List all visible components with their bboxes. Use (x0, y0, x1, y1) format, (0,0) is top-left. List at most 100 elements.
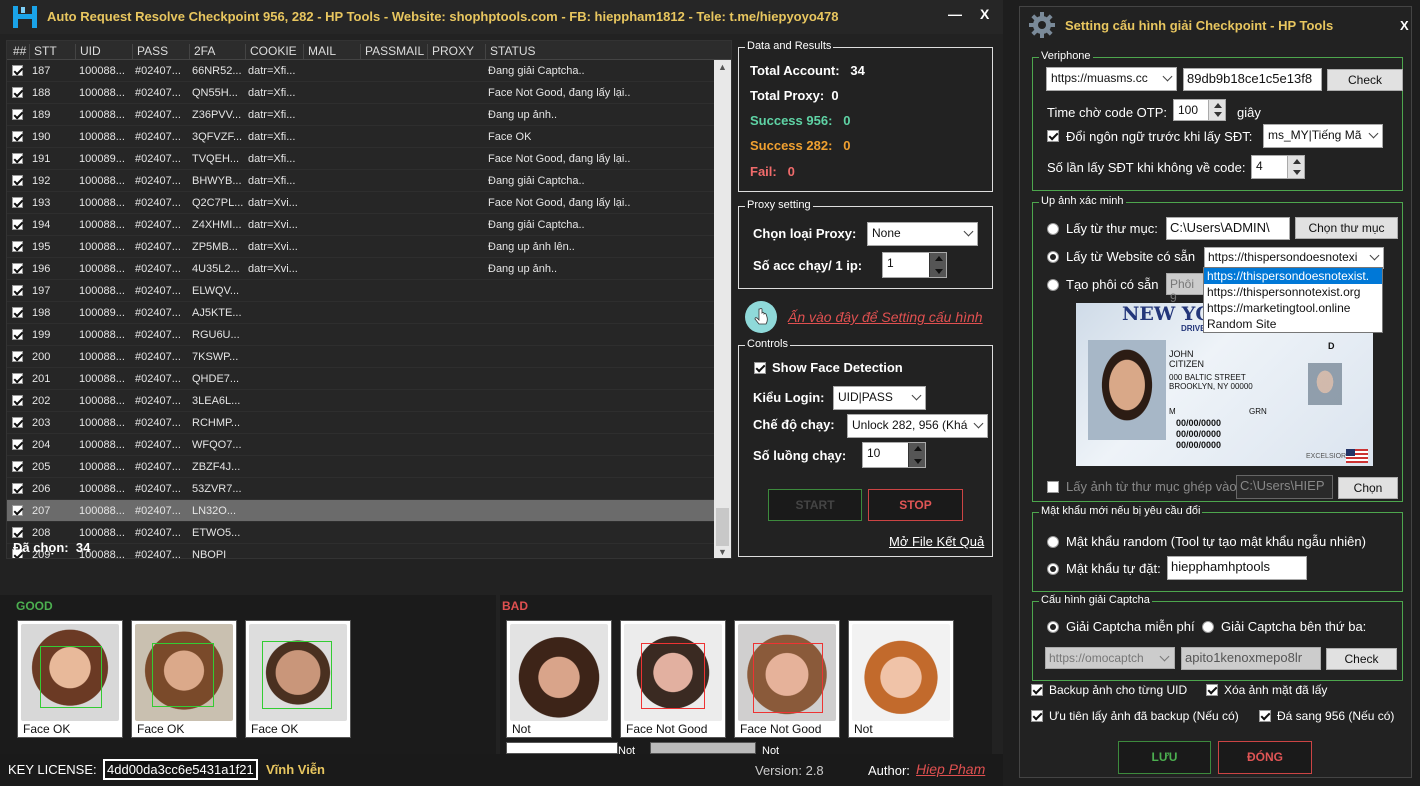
row-checkbox[interactable] (12, 373, 23, 384)
col-cookie[interactable]: COOKIE (245, 44, 297, 60)
table-row[interactable]: 191 100089... #02407... TVQEH... datr=Xfi...… (7, 148, 715, 170)
table-row[interactable]: 194 100088... #02407... Z4XHMI... datr=Xvi..… (7, 214, 715, 236)
website-select[interactable]: https://thispersondoesnotexi (1204, 247, 1384, 269)
row-checkbox[interactable] (12, 483, 23, 494)
row-checkbox[interactable] (12, 417, 23, 428)
retry-stepper[interactable]: 4 (1251, 155, 1305, 179)
from-folder-radio[interactable] (1047, 223, 1059, 235)
table-row[interactable]: 195 100088... #02407... ZP5MB... datr=Xvi...… (7, 236, 715, 258)
row-checkbox[interactable] (12, 263, 23, 274)
website-dropdown-list[interactable]: https://thispersondoesnotexist. https://… (1203, 267, 1383, 333)
merge-path-input[interactable]: C:\Users\HIEP (1236, 475, 1333, 499)
stepper-arrows-icon[interactable] (1287, 156, 1304, 178)
row-checkbox[interactable] (12, 197, 23, 208)
template-select[interactable]: Phôi 9 (1166, 273, 1206, 305)
send-956-checkbox[interactable] (1259, 710, 1271, 722)
table-row[interactable]: 196 100088... #02407... 4U35L2... datr=Xvi..… (7, 258, 715, 280)
stepper-arrows-icon[interactable] (908, 443, 925, 467)
captcha-check-button[interactable]: Check (1326, 648, 1397, 670)
col-mail[interactable]: MAIL (303, 44, 336, 60)
dropdown-option[interactable]: https://thispersondoesnotexist. (1204, 268, 1382, 284)
config-close-action-button[interactable]: ĐÓNG (1218, 741, 1312, 774)
table-row[interactable]: 190 100088... #02407... 3QFVZF... datr=Xfi..… (7, 126, 715, 148)
merge-checkbox[interactable] (1047, 481, 1059, 493)
per-ip-stepper[interactable]: 1 (882, 252, 947, 278)
col-proxy[interactable]: PROXY (427, 44, 474, 60)
captcha-free-radio[interactable] (1047, 621, 1059, 633)
table-row[interactable]: 202 100088... #02407... 3LEA6L... (7, 390, 715, 412)
stepper-arrows-icon[interactable] (929, 253, 946, 277)
choose-folder-button[interactable]: Chọn thư mục (1295, 217, 1398, 239)
table-row[interactable]: 200 100088... #02407... 7KSWP... (7, 346, 715, 368)
otp-wait-stepper[interactable]: 100 (1173, 99, 1226, 121)
save-button[interactable]: LƯU (1118, 741, 1211, 774)
row-checkbox[interactable] (12, 307, 23, 318)
col-stt[interactable]: STT (29, 44, 57, 60)
custom-password-radio[interactable] (1047, 563, 1059, 575)
row-checkbox[interactable] (12, 87, 23, 98)
table-row[interactable]: 205 100088... #02407... ZBZF4J... (7, 456, 715, 478)
row-checkbox[interactable] (12, 329, 23, 340)
table-row[interactable]: 197 100088... #02407... ELWQV... (7, 280, 715, 302)
row-checkbox[interactable] (12, 351, 23, 362)
row-checkbox[interactable] (12, 395, 23, 406)
change-lang-checkbox[interactable] (1047, 130, 1059, 142)
dropdown-option[interactable]: https://thispersonnotexist.org (1204, 284, 1382, 300)
dropdown-option[interactable]: https://marketingtool.online (1204, 300, 1382, 316)
custom-password-input[interactable]: hiepphamhptools (1167, 556, 1307, 580)
col-2fa[interactable]: 2FA (189, 44, 215, 60)
row-checkbox[interactable] (12, 505, 23, 516)
row-checkbox[interactable] (12, 109, 23, 120)
table-row[interactable]: 204 100088... #02407... WFQO7... (7, 434, 715, 456)
open-result-file-link[interactable]: Mở File Kết Quả (889, 534, 984, 549)
scroll-thumb[interactable] (716, 508, 729, 546)
delete-face-checkbox[interactable] (1206, 684, 1218, 696)
table-row[interactable]: 209 100088... #02407... NBOPI (7, 544, 715, 558)
table-scrollbar[interactable]: ▲ ▼ (714, 60, 731, 558)
from-website-radio[interactable] (1047, 251, 1059, 263)
config-close-button[interactable]: X (1400, 18, 1409, 33)
sms-api-key-input[interactable]: 89db9b18ce1c5e13f8 (1183, 68, 1322, 91)
hand-pointer-icon[interactable] (745, 301, 777, 333)
author-link[interactable]: Hiep Pham (916, 761, 985, 777)
sms-site-select[interactable]: https://muasms.cc (1046, 67, 1177, 91)
sms-check-button[interactable]: Check (1327, 69, 1403, 91)
row-checkbox[interactable] (12, 131, 23, 142)
row-checkbox[interactable] (12, 527, 23, 538)
run-mode-select[interactable]: Unlock 282, 956 (Khá (847, 414, 988, 438)
col-pass[interactable]: PASS (132, 44, 168, 60)
table-row[interactable]: 207 100088... #02407... LN32O... (7, 500, 715, 522)
row-checkbox[interactable] (12, 241, 23, 252)
accounts-table[interactable]: ## STT UID PASS 2FA COOKIE MAIL PASSMAIL… (6, 40, 732, 559)
table-row[interactable]: 198 100089... #02407... AJ5KTE... (7, 302, 715, 324)
captcha-site-select[interactable]: https://omocaptch (1045, 647, 1175, 669)
minimize-button[interactable]: — (948, 6, 962, 22)
col-status[interactable]: STATUS (485, 44, 536, 60)
col-passmail[interactable]: PASSMAIL (360, 44, 424, 60)
backup-checkbox[interactable] (1031, 684, 1043, 696)
settings-link[interactable]: Ấn vào đây để Setting cấu hình (788, 309, 983, 325)
login-type-select[interactable]: UID|PASS (833, 386, 926, 410)
threads-stepper[interactable]: 10 (862, 442, 926, 468)
lang-select[interactable]: ms_MY|Tiếng Mã (1263, 124, 1383, 148)
table-row[interactable]: 193 100088... #02407... Q2C7PL... datr=Xvi..… (7, 192, 715, 214)
scroll-down-icon[interactable]: ▼ (718, 547, 727, 557)
show-face-checkbox[interactable] (754, 362, 766, 374)
proxy-type-select[interactable]: None (867, 222, 978, 246)
table-row[interactable]: 206 100088... #02407... 53ZVR7... (7, 478, 715, 500)
table-row[interactable]: 201 100088... #02407... QHDE7... (7, 368, 715, 390)
row-checkbox[interactable] (12, 175, 23, 186)
prefer-backup-checkbox[interactable] (1031, 710, 1043, 722)
row-checkbox[interactable] (12, 219, 23, 230)
folder-path-input[interactable]: C:\Users\ADMIN\ (1166, 217, 1290, 240)
table-row[interactable]: 187 100088... #02407... 66NR52... datr=Xfi..… (7, 60, 715, 82)
row-checkbox[interactable] (12, 439, 23, 450)
table-row[interactable]: 188 100088... #02407... QN55H... datr=Xfi...… (7, 82, 715, 104)
scroll-up-icon[interactable]: ▲ (718, 62, 727, 72)
close-button[interactable]: X (980, 6, 989, 22)
start-button[interactable]: START (768, 489, 862, 521)
table-row[interactable]: 192 100088... #02407... BHWYB... datr=Xfi...… (7, 170, 715, 192)
key-license-input[interactable]: 4dd00da3cc6e5431a1f21 (103, 759, 258, 780)
dropdown-option[interactable]: Random Site (1204, 316, 1382, 332)
template-radio[interactable] (1047, 279, 1059, 291)
